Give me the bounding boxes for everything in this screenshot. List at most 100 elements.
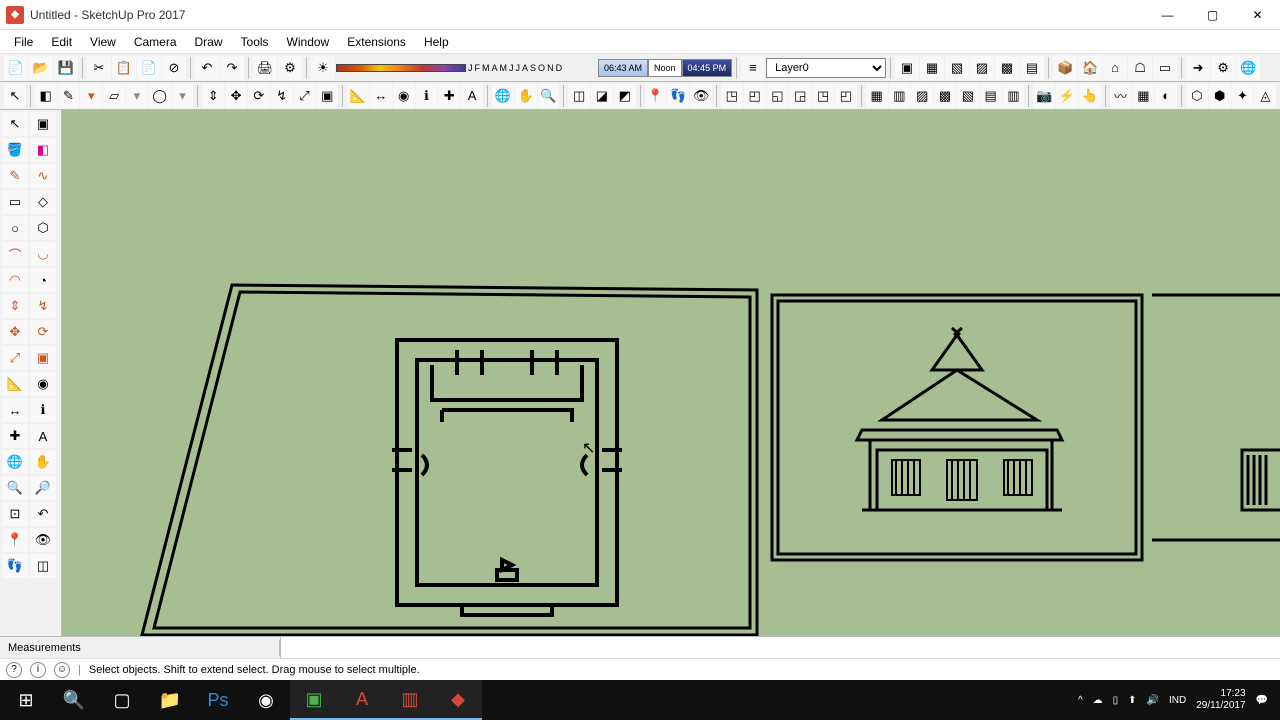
menu-tools[interactable]: Tools [233, 33, 277, 51]
extension-button[interactable]: ▭ [1153, 56, 1177, 80]
sandbox-smoove-button[interactable]: ◐ [1155, 84, 1177, 108]
shapes-tool[interactable]: ◯ [149, 84, 171, 108]
share-model-button[interactable]: ⌂ [1103, 56, 1127, 80]
sandbox-stamp-button[interactable]: ⬡ [1186, 84, 1208, 108]
dynamic-component-button[interactable]: ⚡ [1056, 84, 1078, 108]
orbit-tool[interactable]: 🌐 [492, 84, 514, 108]
right-view-button[interactable]: ◲ [789, 84, 811, 108]
menu-window[interactable]: Window [279, 33, 338, 51]
new-button[interactable]: 📄 [4, 56, 28, 80]
sandbox-scratch-button[interactable]: ▦ [1132, 84, 1154, 108]
sandbox-contours-button[interactable]: 〰 [1110, 84, 1132, 108]
open-button[interactable]: 📂 [29, 56, 53, 80]
save-button[interactable]: 💾 [54, 56, 78, 80]
offset-tool[interactable]: ▣ [316, 84, 338, 108]
push-pull-tool[interactable]: ⇕ [202, 84, 224, 108]
3d-text-tool[interactable]: A [461, 84, 483, 108]
position-camera-side[interactable]: 📍 [2, 528, 28, 552]
print-button[interactable]: 🖨 [253, 56, 277, 80]
sketchup-task[interactable]: ◆ [434, 680, 482, 720]
back-view-button[interactable]: ◳ [812, 84, 834, 108]
previous-side[interactable]: ↶ [30, 502, 56, 526]
warehouse-button[interactable]: 📦 [1053, 56, 1077, 80]
line-tool[interactable]: ✎ [58, 84, 80, 108]
look-around-side[interactable]: 👁 [30, 528, 56, 552]
zoom-extents-side[interactable]: ⊡ [2, 502, 28, 526]
section-tool[interactable]: ◫ [568, 84, 590, 108]
scale-tool-side[interactable]: ⤢ [2, 346, 28, 370]
section-display-button[interactable]: ◪ [591, 84, 613, 108]
look-around-tool[interactable]: 👁 [690, 84, 712, 108]
rectangle-tool-side[interactable]: ▭ [2, 190, 28, 214]
3d-text-side[interactable]: A [30, 424, 56, 448]
move-tool-side[interactable]: ✥ [2, 320, 28, 344]
dimension-side[interactable]: ↔ [2, 398, 28, 422]
menu-camera[interactable]: Camera [126, 33, 185, 51]
tape-tool-side[interactable]: 📐 [2, 372, 28, 396]
upload-button[interactable]: ☖ [1128, 56, 1152, 80]
text-side[interactable]: ℹ [30, 398, 56, 422]
backedges-style-button[interactable]: ▥ [889, 84, 911, 108]
interact-button[interactable]: 👆 [1079, 84, 1101, 108]
solid-union-button[interactable]: ▧ [945, 56, 969, 80]
section-plane-side[interactable]: ◫ [30, 554, 56, 578]
solid-intersect-button[interactable]: ▦ [920, 56, 944, 80]
rotate-tool[interactable]: ⟳ [248, 84, 270, 108]
chrome-task[interactable]: ◉ [242, 680, 290, 720]
tray-volume-icon[interactable]: 🔊 [1147, 695, 1159, 706]
iso-view-button[interactable]: ◳ [721, 84, 743, 108]
copy-button[interactable]: 📋 [112, 56, 136, 80]
zoom-side[interactable]: 🔍 [2, 476, 28, 500]
sandbox-drape-button[interactable]: ⬢ [1209, 84, 1231, 108]
tray-notifications-icon[interactable]: 💬 [1256, 695, 1268, 706]
tape-tool[interactable]: 📐 [347, 84, 369, 108]
front-view-button[interactable]: ◱ [767, 84, 789, 108]
advanced-camera-button[interactable]: 📷 [1033, 84, 1055, 108]
zoom-tool[interactable]: 🔍 [538, 84, 560, 108]
wireframe-style-button[interactable]: ▨ [911, 84, 933, 108]
paint-bucket-tool[interactable]: 🪣 [2, 138, 28, 162]
zoom-window-side[interactable]: 🔎 [30, 476, 56, 500]
scale-tool[interactable]: ⤢ [294, 84, 316, 108]
dimension-tool[interactable]: ↔ [370, 84, 392, 108]
rectangle-tool[interactable]: ▱ [103, 84, 125, 108]
solid-outer-button[interactable]: ▣ [895, 56, 919, 80]
info-icon[interactable]: i [30, 662, 46, 678]
minimize-button[interactable]: — [1145, 0, 1190, 30]
polygon-tool[interactable]: ⬡ [30, 216, 56, 240]
line-tool-side[interactable]: ✎ [2, 164, 28, 188]
protractor-tool[interactable]: ◉ [393, 84, 415, 108]
follow-me-side[interactable]: ↯ [30, 294, 56, 318]
app-task-1[interactable]: ▥ [386, 680, 434, 720]
start-button[interactable]: ⊞ [2, 680, 50, 720]
menu-file[interactable]: File [6, 33, 41, 51]
hidden-line-style-button[interactable]: ▩ [934, 84, 956, 108]
top-view-button[interactable]: ◰ [744, 84, 766, 108]
file-explorer-task[interactable]: 📁 [146, 680, 194, 720]
camtasia-task[interactable]: ▣ [290, 680, 338, 720]
sandbox-detail-button[interactable]: ✦ [1232, 84, 1254, 108]
task-view-button[interactable]: ▢ [98, 680, 146, 720]
push-pull-side[interactable]: ⇕ [2, 294, 28, 318]
layer-select[interactable]: Layer0 [766, 58, 886, 78]
eraser-tool[interactable]: ◧ [35, 84, 57, 108]
rotated-rect-tool[interactable]: ◇ [30, 190, 56, 214]
user-icon[interactable]: ☺ [54, 662, 70, 678]
select-tool[interactable]: ↖ [4, 84, 26, 108]
pie-tool[interactable]: ◔ [30, 268, 56, 292]
cut-button[interactable]: ✂ [87, 56, 111, 80]
axes-tool[interactable]: ✚ [438, 84, 460, 108]
menu-edit[interactable]: Edit [43, 33, 80, 51]
move-tool[interactable]: ✥ [225, 84, 247, 108]
offset-tool-side[interactable]: ▣ [30, 346, 56, 370]
eraser-tool-side[interactable]: ◧ [30, 138, 56, 162]
model-info-button[interactable]: ⚙ [278, 56, 302, 80]
tray-lang[interactable]: IND [1169, 695, 1186, 706]
ext-manager-button[interactable]: ⚙ [1211, 56, 1235, 80]
undo-button[interactable]: ↶ [195, 56, 219, 80]
freehand-tool[interactable]: ∿ [30, 164, 56, 188]
mono-style-button[interactable]: ▥ [1003, 84, 1025, 108]
section-cut-button[interactable]: ◩ [614, 84, 636, 108]
close-button[interactable]: ✕ [1235, 0, 1280, 30]
walk-tool[interactable]: 👣 [667, 84, 689, 108]
